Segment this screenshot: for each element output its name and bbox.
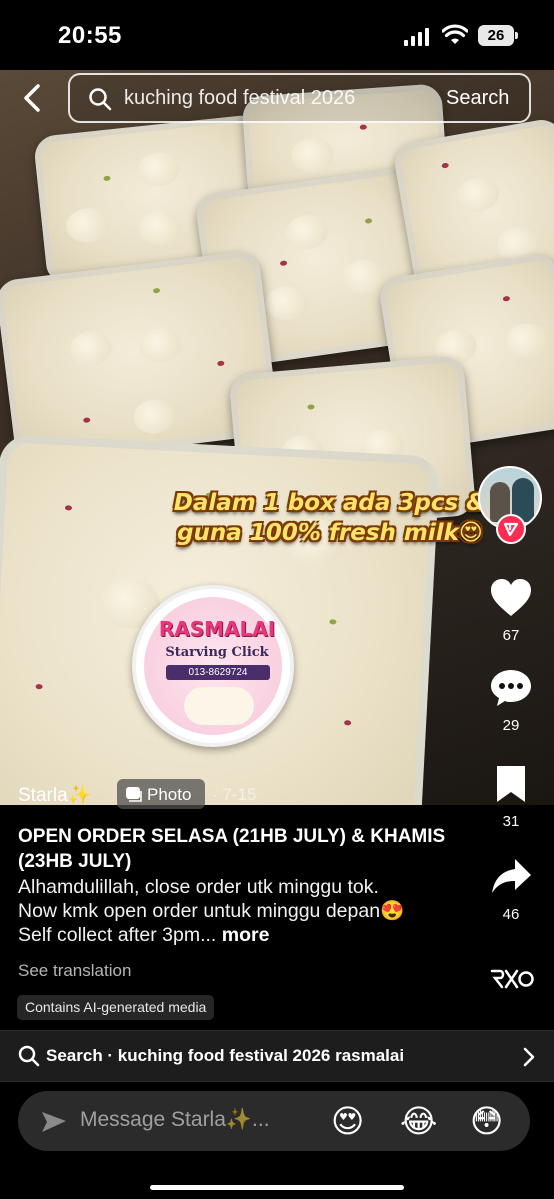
share-count: 46 bbox=[502, 906, 520, 923]
post-type-label: Photo bbox=[147, 785, 192, 804]
sticker-phone: 013-8629724 bbox=[166, 665, 270, 680]
overlay-line-1: Dalam 1 box ada 3pcs & bbox=[173, 490, 487, 516]
related-search-bar[interactable]: Search · kuching food festival 2026 rasm… bbox=[0, 1030, 554, 1082]
related-search-text: Search · kuching food festival 2026 rasm… bbox=[46, 1046, 405, 1065]
sticker-title: RASMALAI bbox=[158, 617, 276, 641]
message-placeholder: Message Starla✨... bbox=[80, 1108, 270, 1131]
more-link[interactable]: more bbox=[222, 924, 270, 946]
wifi-icon bbox=[442, 24, 468, 44]
paper-plane-icon bbox=[42, 1112, 66, 1132]
search-query: kuching food festival 2026 bbox=[124, 87, 356, 109]
save-count: 31 bbox=[502, 813, 520, 830]
caption-text: Alhamdulillah, close order utk minggu to… bbox=[18, 876, 405, 946]
photo-icon bbox=[126, 787, 142, 802]
battery-tip bbox=[515, 32, 518, 39]
status-bar: 20:55 26 bbox=[0, 0, 554, 70]
bookmark-icon bbox=[497, 766, 525, 802]
sticker-background: RASMALAI Starving Click 013-8629724 bbox=[144, 597, 282, 735]
chevron-right-icon bbox=[523, 1047, 535, 1067]
share-arrow-icon bbox=[492, 859, 531, 893]
save-button[interactable]: 31 bbox=[484, 764, 538, 830]
emoji-flushed-button[interactable]: 😳 bbox=[470, 1101, 503, 1141]
status-time: 20:55 bbox=[58, 22, 122, 49]
follow-arrow-icon bbox=[503, 522, 519, 537]
author-name[interactable]: Starla✨ bbox=[18, 783, 91, 807]
emoji-heart-eyes-button[interactable]: 😍 bbox=[331, 1101, 364, 1141]
caption-title: OPEN ORDER SELASA (21HB JULY) & KHAMIS (… bbox=[18, 826, 446, 872]
like-button[interactable]: 67 bbox=[484, 578, 538, 644]
message-input[interactable]: Message Starla✨... 😍 😂 😳 bbox=[18, 1091, 530, 1151]
share-button[interactable]: 46 bbox=[484, 857, 538, 923]
ai-generated-badge[interactable]: Contains AI-generated media bbox=[17, 995, 215, 1020]
comment-button[interactable]: 29 bbox=[484, 668, 538, 734]
comment-count: 29 bbox=[502, 717, 520, 734]
overlay-line-2: guna 100% fresh milk😍 bbox=[177, 520, 483, 546]
photo-caption-overlay: Dalam 1 box ada 3pcs & guna 100% fresh m… bbox=[160, 488, 500, 548]
home-indicator[interactable] bbox=[150, 1185, 404, 1190]
sticker-brand: Starving Click bbox=[165, 645, 269, 660]
post-type-badge: Photo bbox=[117, 779, 205, 809]
follow-button[interactable] bbox=[496, 514, 526, 544]
search-input[interactable]: kuching food festival 2026 Search bbox=[68, 73, 531, 123]
heart-icon bbox=[491, 579, 531, 616]
search-icon bbox=[89, 88, 112, 111]
caption-body[interactable]: Alhamdulillah, close order utk minggu to… bbox=[18, 875, 418, 947]
brand-sticker: RASMALAI Starving Click 013-8629724 bbox=[132, 585, 294, 747]
comment-bubble-icon bbox=[491, 670, 531, 706]
chevron-left-icon[interactable] bbox=[18, 82, 46, 114]
post-photo[interactable]: Dalam 1 box ada 3pcs & guna 100% fresh m… bbox=[0, 70, 554, 805]
post-date: · 7-15 bbox=[212, 785, 257, 804]
search-icon bbox=[18, 1045, 40, 1067]
cellular-signal-icon bbox=[404, 28, 429, 46]
search-button[interactable]: Search bbox=[446, 87, 509, 110]
emoji-laughing-button[interactable]: 😂 bbox=[400, 1101, 437, 1141]
battery-indicator: 26 bbox=[478, 25, 514, 46]
see-translation-link[interactable]: See translation bbox=[18, 961, 131, 981]
music-disc-logo-icon[interactable] bbox=[490, 967, 534, 991]
sticker-rasmalai-illustration bbox=[184, 687, 254, 725]
like-count: 67 bbox=[502, 627, 520, 644]
